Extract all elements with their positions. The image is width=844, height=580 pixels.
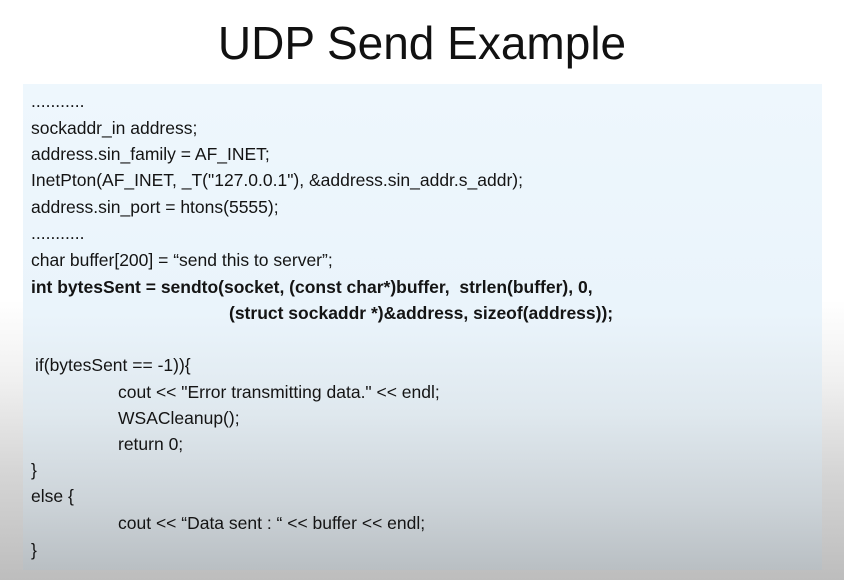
code-line-sendto-call: int bytesSent = sendto(socket, (const ch…	[31, 277, 593, 297]
code-line-cout-error: cout << "Error transmitting data." << en…	[118, 382, 440, 402]
code-line-buffer-decl: char buffer[200] = “send this to server”…	[31, 250, 333, 270]
code-line-close-else: }	[31, 540, 37, 560]
code-line-close-if: }	[31, 460, 37, 480]
code-line-else: else {	[31, 486, 74, 506]
code-line-sin-family: address.sin_family = AF_INET;	[31, 144, 270, 164]
code-line-ellipsis-top: ...........	[31, 91, 85, 111]
code-line-wsacleanup: WSACleanup();	[118, 408, 240, 428]
code-line-inetpton: InetPton(AF_INET, _T("127.0.0.1"), &addr…	[31, 170, 523, 190]
code-line-sendto-args: (struct sockaddr *)&address, sizeof(addr…	[229, 303, 614, 323]
code-block: ........... sockaddr_in address; address…	[23, 84, 822, 570]
code-line-sockaddr-decl: sockaddr_in address;	[31, 118, 198, 138]
code-line-ellipsis-mid: ...........	[31, 223, 85, 243]
code-line-cout-sent: cout << “Data sent : “ << buffer << endl…	[118, 513, 426, 533]
code-line-return: return 0;	[118, 434, 184, 454]
code-line-sin-port: address.sin_port = htons(5555);	[31, 197, 279, 217]
slide-title: UDP Send Example	[217, 17, 627, 69]
code-line-if: if(bytesSent == -1)){	[35, 355, 191, 375]
